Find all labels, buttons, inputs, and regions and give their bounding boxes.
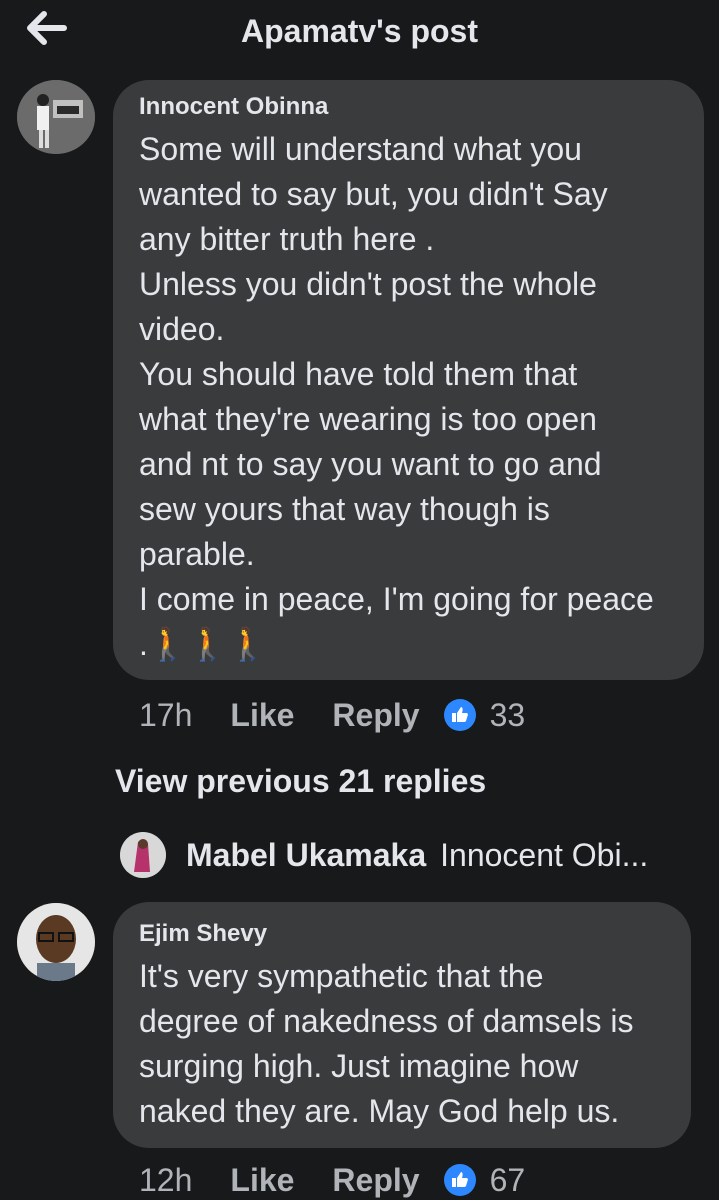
comment-author[interactable]: Ejim Shevy [139,920,667,948]
comment-bubble: Ejim Shevy It's very sympathetic that th… [113,902,691,1148]
thumbs-up-icon[interactable] [443,699,476,731]
like-button[interactable]: Like [230,1162,294,1199]
reaction-count[interactable]: 33 [490,697,526,734]
avatar[interactable] [17,80,95,154]
comment-actions: 17h Like Reply 33 [139,695,525,735]
comment-author[interactable]: Innocent Obinna [139,93,680,121]
reply-author: Mabel Ukamaka [186,836,427,873]
comment-text: Some will understand what you wanted to … [139,131,654,662]
avatar-photo [17,903,95,981]
reaction-count[interactable]: 67 [490,1162,526,1199]
view-previous-replies-link[interactable]: View previous 21 replies [115,763,486,800]
reply-button[interactable]: Reply [332,1162,419,1199]
page-title: Apamatv's post [241,13,478,49]
comment-bubble: Innocent Obinna Some will understand wha… [113,80,704,680]
reply-preview[interactable]: Mabel Ukamaka Innocent Obi... [120,830,648,880]
reply-button[interactable]: Reply [332,697,419,734]
header-bar: Apamatv's post [0,0,719,64]
comment-text: It's very sympathetic that the degree of… [139,958,634,1129]
like-button[interactable]: Like [230,697,294,734]
avatar [120,832,166,878]
avatar[interactable] [17,903,95,981]
reply-snippet: Innocent Obi... [440,836,649,873]
avatar-photo [120,832,166,878]
comment-actions: 12h Like Reply 67 [139,1160,525,1200]
avatar-photo [17,80,95,154]
comment-timestamp[interactable]: 12h [139,1162,192,1199]
thumbs-up-icon[interactable] [443,1164,476,1196]
comment-timestamp[interactable]: 17h [139,697,192,734]
